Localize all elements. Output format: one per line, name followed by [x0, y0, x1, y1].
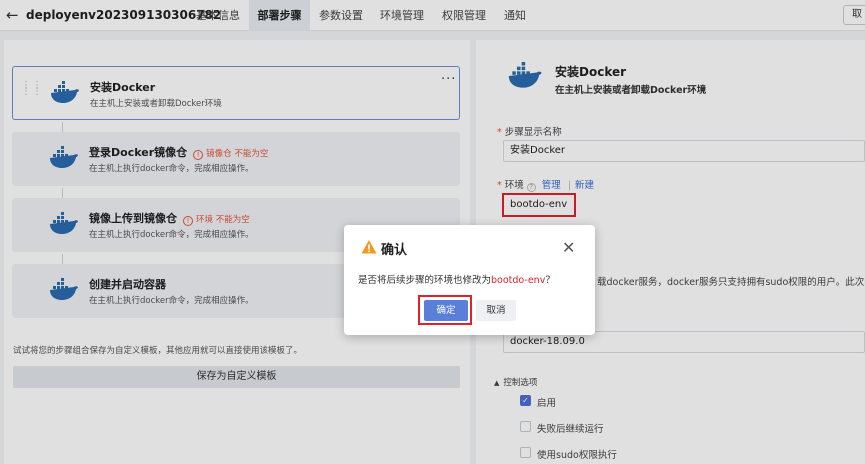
dialog-message: 是否将后续步骤的环境也修改为bootdo-env？	[358, 272, 555, 286]
cancel-button[interactable]: 取消	[476, 300, 516, 321]
warning-triangle-icon	[361, 240, 377, 254]
dialog-message-prefix: 是否将后续步骤的环境也修改为	[358, 275, 492, 286]
confirm-dialog: 确认 ✕ 是否将后续步骤的环境也修改为bootdo-env？ 确定 取消	[344, 225, 595, 335]
confirm-button[interactable]: 确定	[424, 300, 468, 321]
dialog-message-env: bootdo-env	[491, 275, 546, 286]
dialog-title: 确认	[381, 243, 408, 258]
close-icon[interactable]: ✕	[562, 238, 575, 257]
dialog-message-suffix: ？	[545, 275, 555, 286]
